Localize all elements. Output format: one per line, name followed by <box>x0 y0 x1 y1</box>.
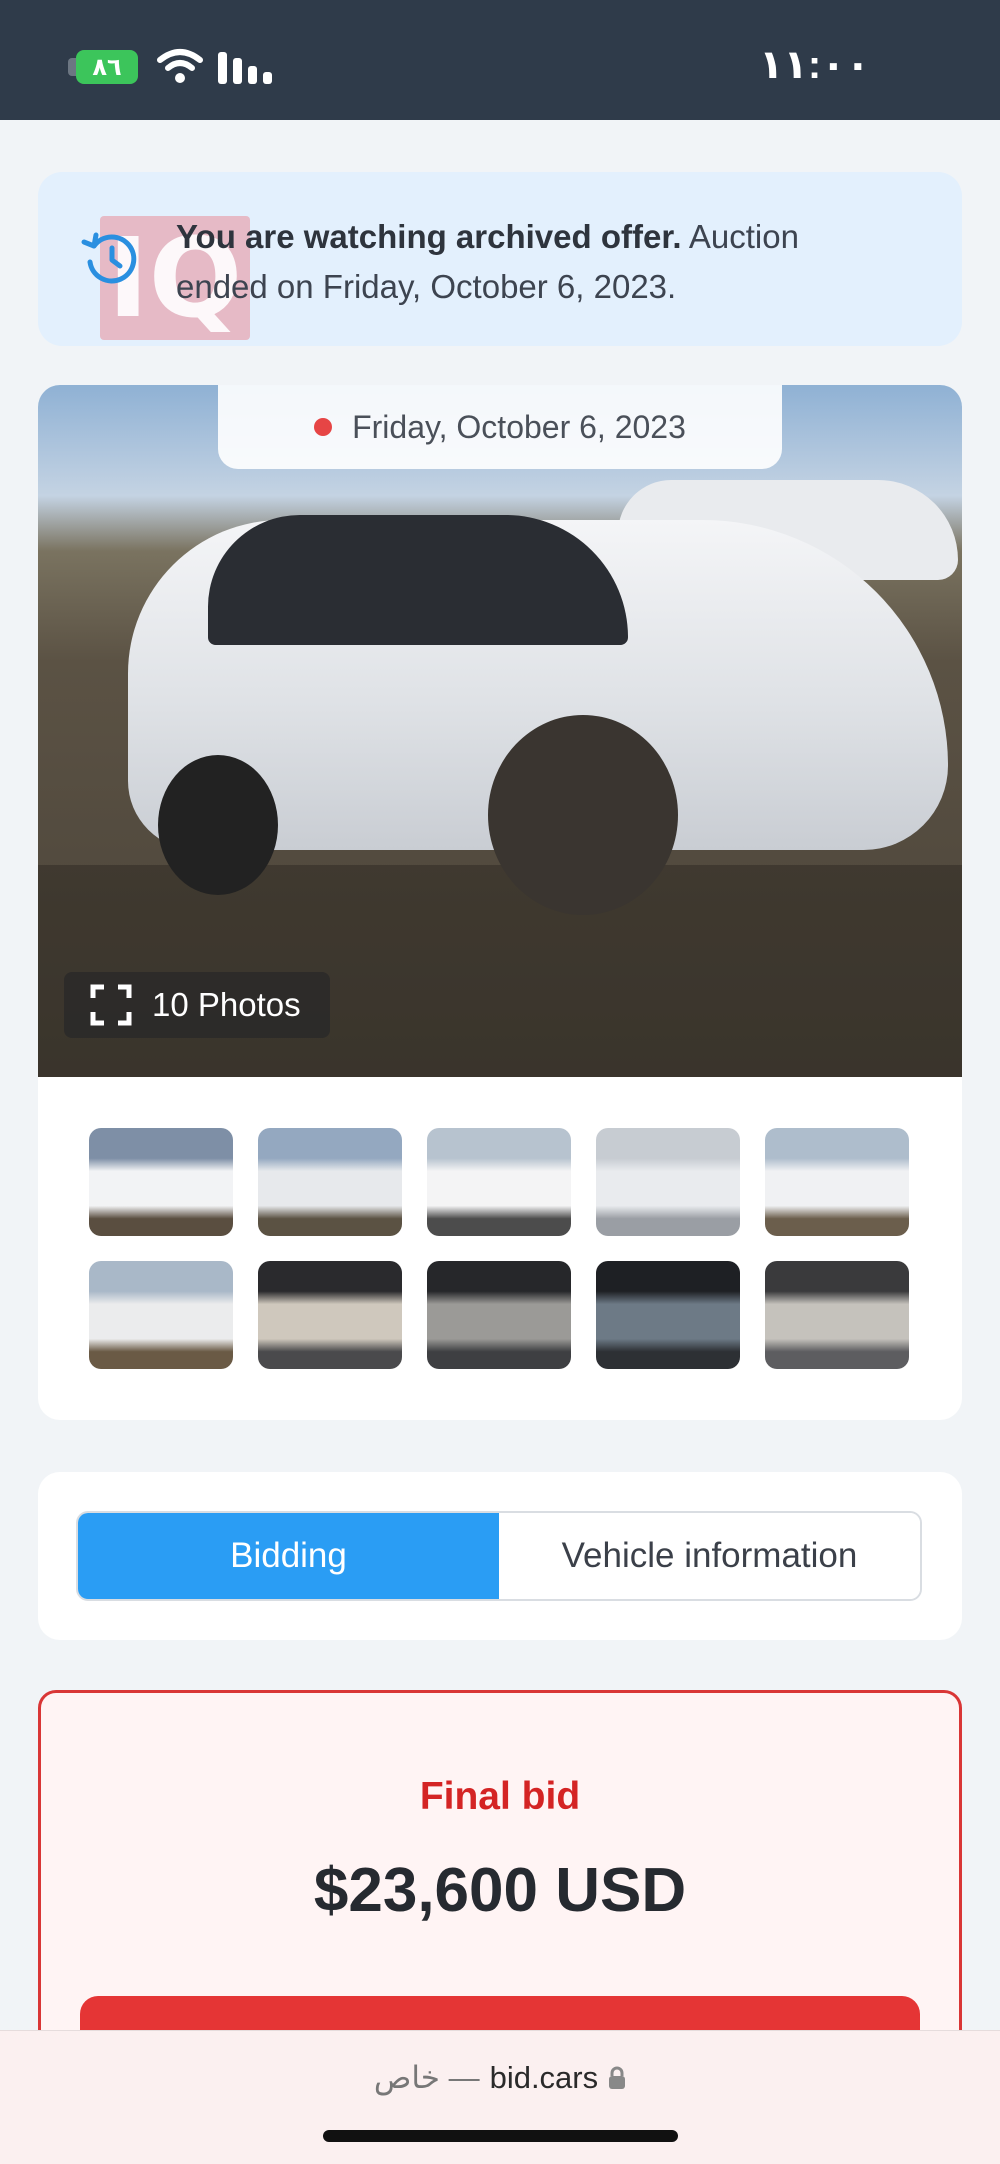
final-bid-amount: $23,600 USD <box>313 1856 687 1925</box>
thumb-dashboard[interactable] <box>596 1261 740 1369</box>
home-indicator[interactable] <box>323 2130 678 2142</box>
status-bar: ٨٦ ١١:٠٠ <box>0 0 1000 120</box>
tab-vehicle-information[interactable]: Vehicle information <box>499 1513 920 1599</box>
photos-count-label: 10 Photos <box>152 986 301 1023</box>
thumb-rear-right[interactable] <box>427 1128 571 1236</box>
vehicle-roof <box>208 515 628 645</box>
thumb-front[interactable] <box>765 1128 909 1236</box>
archived-offer-text: You are watching archived offer. Auction… <box>176 212 896 312</box>
url-display[interactable]: خاص — bid.cars <box>0 2060 1000 2096</box>
thumb-front-left[interactable] <box>89 1128 233 1236</box>
view-photos-button[interactable]: 10 Photos <box>64 972 330 1038</box>
tab-bar: Bidding Vehicle information <box>76 1511 922 1601</box>
final-bid-label: Final bid <box>419 1775 581 1818</box>
lock-icon <box>609 2066 626 2089</box>
thumb-rear[interactable] <box>89 1261 233 1369</box>
tab-bidding[interactable]: Bidding <box>78 1513 499 1599</box>
fullscreen-icon <box>90 984 132 1026</box>
history-icon <box>81 232 137 284</box>
thumb-rear-seats[interactable] <box>765 1261 909 1369</box>
browser-address-bar <box>0 2030 1000 2164</box>
status-clock: ١١:٠٠ <box>759 43 870 87</box>
ground-shadow <box>38 865 962 1077</box>
thumb-front-right[interactable] <box>596 1128 740 1236</box>
private-browsing-label: خاص — <box>373 2060 480 2095</box>
domain-label: bid.cars <box>489 2060 599 2095</box>
auction-date: Friday, October 6, 2023 <box>352 408 686 445</box>
vehicle-missing-wheel <box>488 715 678 915</box>
battery-icon: ٨٦ <box>76 50 138 84</box>
thumb-interior-console[interactable] <box>427 1261 571 1369</box>
archived-offer-bold: You are watching archived offer. <box>176 218 682 255</box>
vehicle-rear-wheel <box>158 755 278 895</box>
thumb-interior-door[interactable] <box>258 1261 402 1369</box>
status-dot-icon <box>314 418 333 436</box>
wifi-icon <box>157 49 203 83</box>
thumb-rear-left[interactable] <box>258 1128 402 1236</box>
auction-date-pill: Friday, October 6, 2023 <box>218 385 782 469</box>
battery-level: ٨٦ <box>92 53 122 81</box>
cellular-signal-icon <box>218 52 272 84</box>
